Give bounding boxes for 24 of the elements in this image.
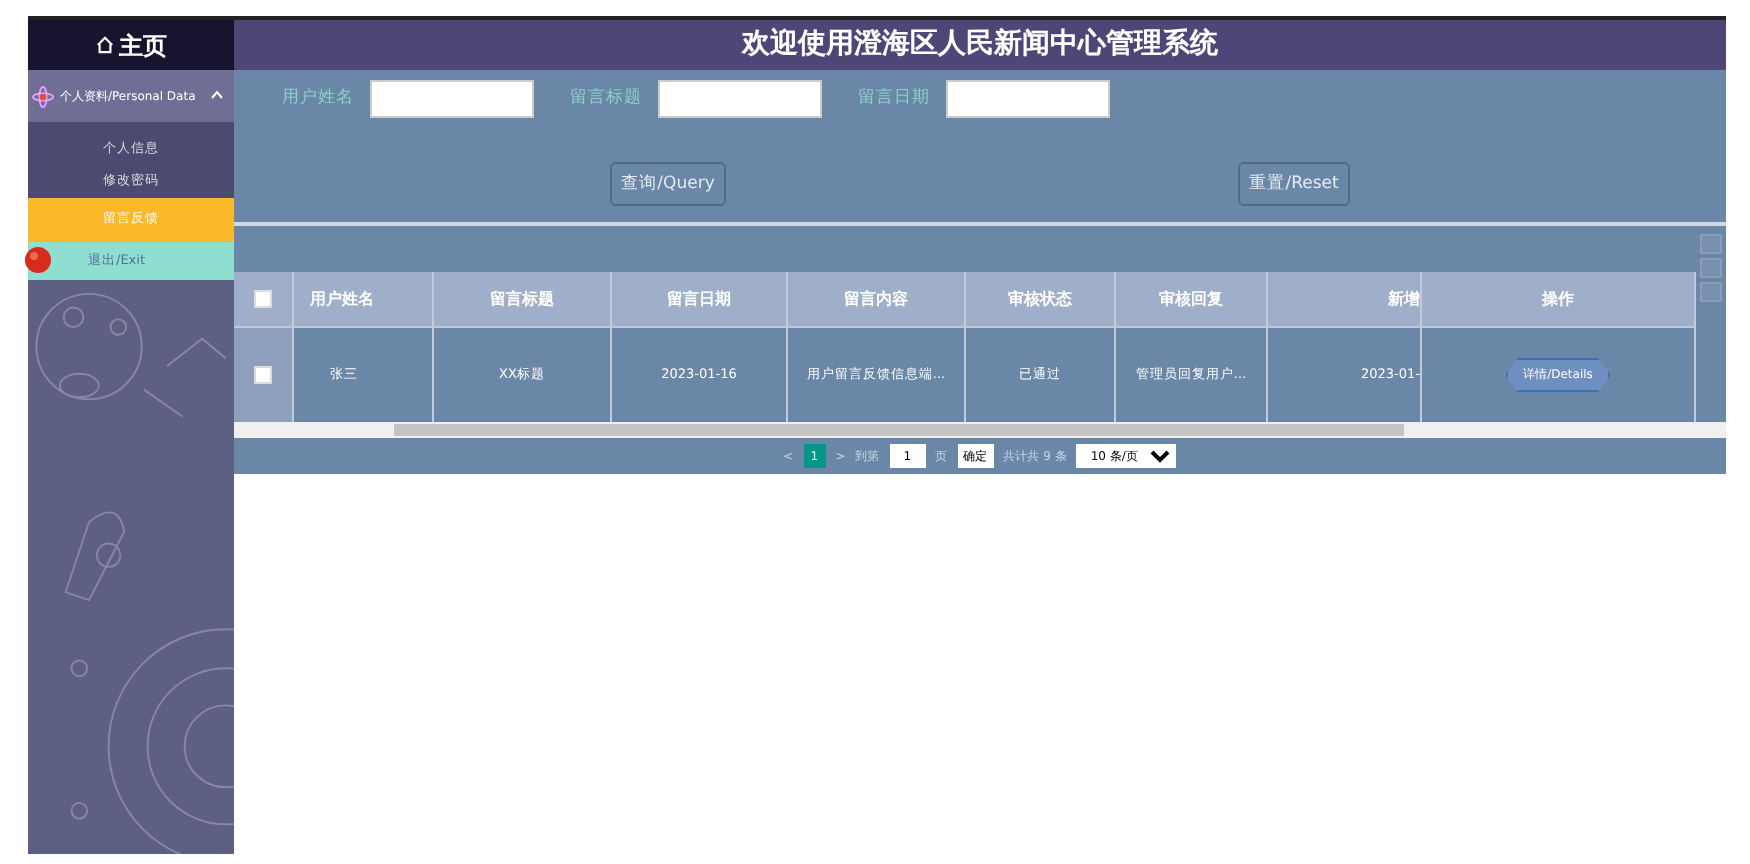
- text-field[interactable]: [658, 80, 822, 118]
- checkbox[interactable]: [254, 366, 272, 384]
- page-title: 欢迎使用澄海区人民新闻中心管理系统: [742, 25, 1218, 64]
- column-header: 留言日期: [612, 272, 788, 326]
- column-header: 留言内容: [788, 272, 966, 326]
- column-header: 用户姓名: [294, 272, 434, 326]
- query-button[interactable]: 查询/Query: [609, 162, 727, 206]
- column-header: 审核状态: [966, 272, 1116, 326]
- text-field[interactable]: [370, 80, 534, 118]
- field-label: 留言标题: [570, 86, 642, 112]
- field-label: 用户姓名: [282, 86, 354, 112]
- reset-button[interactable]: 重置/Reset: [1237, 162, 1351, 206]
- atom-icon: [32, 85, 54, 108]
- field-label: 留言日期: [858, 86, 930, 112]
- column-header: 操作: [1422, 272, 1696, 326]
- checkbox[interactable]: [254, 290, 272, 308]
- home-link[interactable]: 主页: [119, 27, 167, 64]
- home-icon: [95, 36, 113, 55]
- horizontal-scrollbar[interactable]: [234, 422, 1726, 438]
- text-field[interactable]: [946, 80, 1110, 118]
- column-header: 新增: [1268, 272, 1422, 326]
- column-header: 留言标题: [434, 272, 612, 326]
- ball-icon: [24, 246, 52, 275]
- column-header: 审核回复: [1116, 272, 1268, 326]
